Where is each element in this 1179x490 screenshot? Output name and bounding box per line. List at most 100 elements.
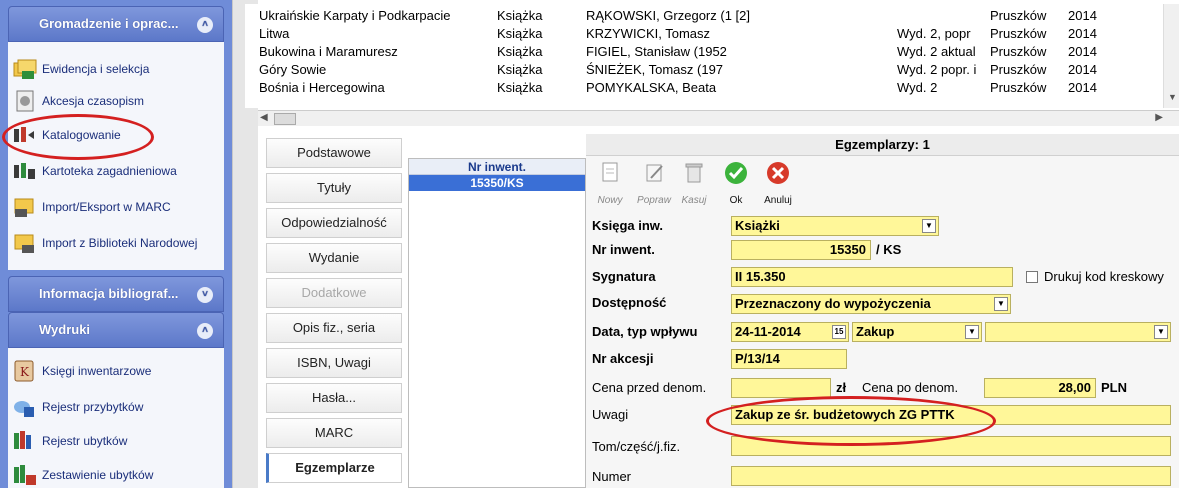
document-icon: [12, 89, 38, 113]
ksiega-select[interactable]: Książki ▼: [731, 216, 939, 236]
section-header-gromadzenie[interactable]: Gromadzenie i oprac... ˄: [8, 6, 224, 42]
cancel-button[interactable]: Anuluj: [758, 158, 798, 206]
sidebar-item-akcesja[interactable]: Akcesja czasopism: [12, 88, 144, 114]
inventory-list-item[interactable]: 15350/KS: [409, 175, 585, 191]
nr-inwent-suffix: / KS: [876, 242, 902, 257]
tab-tytuly[interactable]: Tytuły: [266, 173, 402, 203]
cell-type: Książka: [497, 44, 543, 59]
tom-field[interactable]: [731, 436, 1171, 456]
cena-przed-unit: zł: [836, 380, 847, 395]
section-panel-wydruki: K Księgi inwentarzowe Rejestr przybytków…: [8, 348, 224, 488]
tab-marc[interactable]: MARC: [266, 418, 402, 448]
chevron-up-icon[interactable]: ˄: [197, 323, 213, 339]
tom-label: Tom/część/j.fiz.: [592, 439, 681, 454]
cena-przed-field[interactable]: [731, 378, 831, 398]
sidebar-item-label: Rejestr ubytków: [42, 434, 128, 448]
delete-button[interactable]: Kasuj: [674, 158, 714, 206]
scroll-right-icon[interactable]: ▶: [1155, 112, 1163, 123]
chevron-down-icon[interactable]: ▼: [922, 219, 936, 233]
cell-title: Bukowina i Maramuresz: [259, 44, 398, 59]
dostepnosc-value: Przeznaczony do wypożyczenia: [735, 296, 931, 311]
table-row[interactable]: Litwa Książka KRZYWICKI, Tomasz Wyd. 2, …: [245, 25, 1160, 43]
typ-value: Zakup: [856, 324, 895, 339]
barcode-checkbox-label: Drukuj kod kreskowy: [1044, 269, 1164, 284]
cena-po-label: Cena po denom.: [862, 380, 959, 395]
chevron-up-icon[interactable]: ˄: [197, 17, 213, 33]
edit-icon: [646, 164, 663, 182]
typ2-select[interactable]: ▼: [985, 322, 1171, 342]
barcode-checkbox[interactable]: [1026, 271, 1038, 283]
sygnatura-label: Sygnatura: [592, 269, 656, 284]
register-add-icon: [12, 395, 38, 419]
cell-author: ŚNIEŻEK, Tomasz (197: [586, 62, 724, 77]
sidebar-item-zestawienie[interactable]: Zestawienie ubytków: [12, 462, 153, 488]
cell-place: Pruszków: [990, 44, 1047, 59]
vertical-scrollbar[interactable]: ▼: [1163, 4, 1179, 108]
date-field[interactable]: 24-11-2014 15: [731, 322, 849, 342]
table-row[interactable]: Bośnia i Hercegowina Książka POMYKALSKA,…: [245, 79, 1160, 97]
tab-opis-fiz[interactable]: Opis fiz., seria: [266, 313, 402, 343]
horizontal-scrollbar[interactable]: ◀ ▶: [258, 110, 1179, 126]
cell-year: 2014: [1068, 44, 1097, 59]
numer-field[interactable]: [731, 466, 1171, 486]
tab-isbn-uwagi[interactable]: ISBN, Uwagi: [266, 348, 402, 378]
uwagi-field[interactable]: Zakup ze śr. budżetowych ZG PTTK: [731, 405, 1171, 425]
chevron-down-icon[interactable]: ˅: [197, 287, 213, 303]
sidebar-item-marc[interactable]: Import/Eksport w MARC: [12, 194, 171, 220]
sidebar-item-label: Księgi inwentarzowe: [42, 364, 152, 378]
tab-wydanie[interactable]: Wydanie: [266, 243, 402, 273]
tab-dodatkowe[interactable]: Dodatkowe: [266, 278, 402, 308]
chevron-down-icon[interactable]: ▼: [994, 297, 1008, 311]
section-title: Wydruki: [39, 322, 91, 337]
ok-button[interactable]: Ok: [716, 158, 756, 206]
section-header-wydruki[interactable]: Wydruki ˄: [8, 312, 224, 348]
tab-odpowiedzialnosc[interactable]: Odpowiedzialność: [266, 208, 402, 238]
cell-author: RĄKOWSKI, Grzegorz (1 [2]: [586, 8, 750, 23]
tab-podstawowe[interactable]: Podstawowe: [266, 138, 402, 168]
cell-title: Bośnia i Hercegowina: [259, 80, 385, 95]
sidebar-item-label: Kartoteka zagadnieniowa: [42, 164, 177, 178]
ksiega-label: Księga inw.: [592, 218, 664, 233]
checkmark-icon: [725, 162, 747, 184]
sidebar-item-import-bn[interactable]: Import z Biblioteki Narodowej: [12, 230, 197, 256]
tab-hasla[interactable]: Hasła...: [266, 383, 402, 413]
nr-inwent-label: Nr inwent.: [592, 242, 655, 257]
table-row[interactable]: Bukowina i Maramuresz Książka FIGIEL, St…: [245, 43, 1160, 61]
scroll-down-icon[interactable]: ▼: [1168, 92, 1177, 102]
table-row[interactable]: Góry Sowie Książka ŚNIEŻEK, Tomasz (197 …: [245, 61, 1160, 79]
scroll-thumb[interactable]: [274, 113, 296, 125]
cena-po-field[interactable]: 28,00: [984, 378, 1096, 398]
section-header-informacja[interactable]: Informacja bibliograf... ˅: [8, 276, 224, 312]
sidebar-item-label: Akcesja czasopism: [42, 94, 145, 108]
sidebar-item-label: Zestawienie ubytków: [42, 468, 154, 482]
sygnatura-field[interactable]: II 15.350: [731, 267, 1013, 287]
edit-button[interactable]: Popraw: [634, 158, 674, 206]
sidebar-item-rejestr-przybytkow[interactable]: Rejestr przybytków: [12, 394, 143, 420]
sidebar-item-ksiegi[interactable]: K Księgi inwentarzowe: [12, 358, 151, 384]
chevron-down-icon[interactable]: ▼: [1154, 325, 1168, 339]
dostepnosc-label: Dostępność: [592, 295, 667, 310]
sidebar-item-rejestr-ubytkow[interactable]: Rejestr ubytków: [12, 428, 127, 454]
chevron-down-icon[interactable]: ▼: [965, 325, 979, 339]
dostepnosc-select[interactable]: Przeznaczony do wypożyczenia ▼: [731, 294, 1011, 314]
inventory-list-header[interactable]: Nr inwent.: [409, 159, 585, 175]
sidebar-item-label: Rejestr przybytków: [42, 400, 144, 414]
sidebar-item-kartoteka[interactable]: Kartoteka zagadnieniowa: [12, 158, 177, 184]
date-value: 24-11-2014: [735, 324, 801, 339]
sidebar-item-katalogowanie[interactable]: Katalogowanie: [12, 122, 121, 148]
sidebar-item-ewidencja[interactable]: Ewidencja i selekcja: [12, 56, 149, 82]
section-title: Informacja bibliograf...: [39, 286, 179, 301]
nr-akcesji-field[interactable]: P/13/14: [731, 349, 847, 369]
scroll-left-icon[interactable]: ◀: [260, 112, 268, 123]
new-button[interactable]: Nowy: [590, 158, 630, 206]
nr-inwent-field[interactable]: 15350: [731, 240, 871, 260]
table-row[interactable]: Ukraińskie Karpaty i Podkarpacie Książka…: [245, 7, 1160, 25]
ksiega-value: Książki: [735, 218, 780, 233]
bn-icon: [12, 231, 38, 255]
cell-place: Pruszków: [990, 26, 1047, 41]
calendar-icon[interactable]: 15: [832, 325, 846, 339]
cell-edition: Wyd. 2 aktual: [897, 44, 976, 59]
typ-select[interactable]: Zakup ▼: [852, 322, 982, 342]
tab-egzemplarze[interactable]: Egzemplarze: [266, 453, 402, 483]
sidebar-item-label: Import/Eksport w MARC: [42, 200, 171, 214]
